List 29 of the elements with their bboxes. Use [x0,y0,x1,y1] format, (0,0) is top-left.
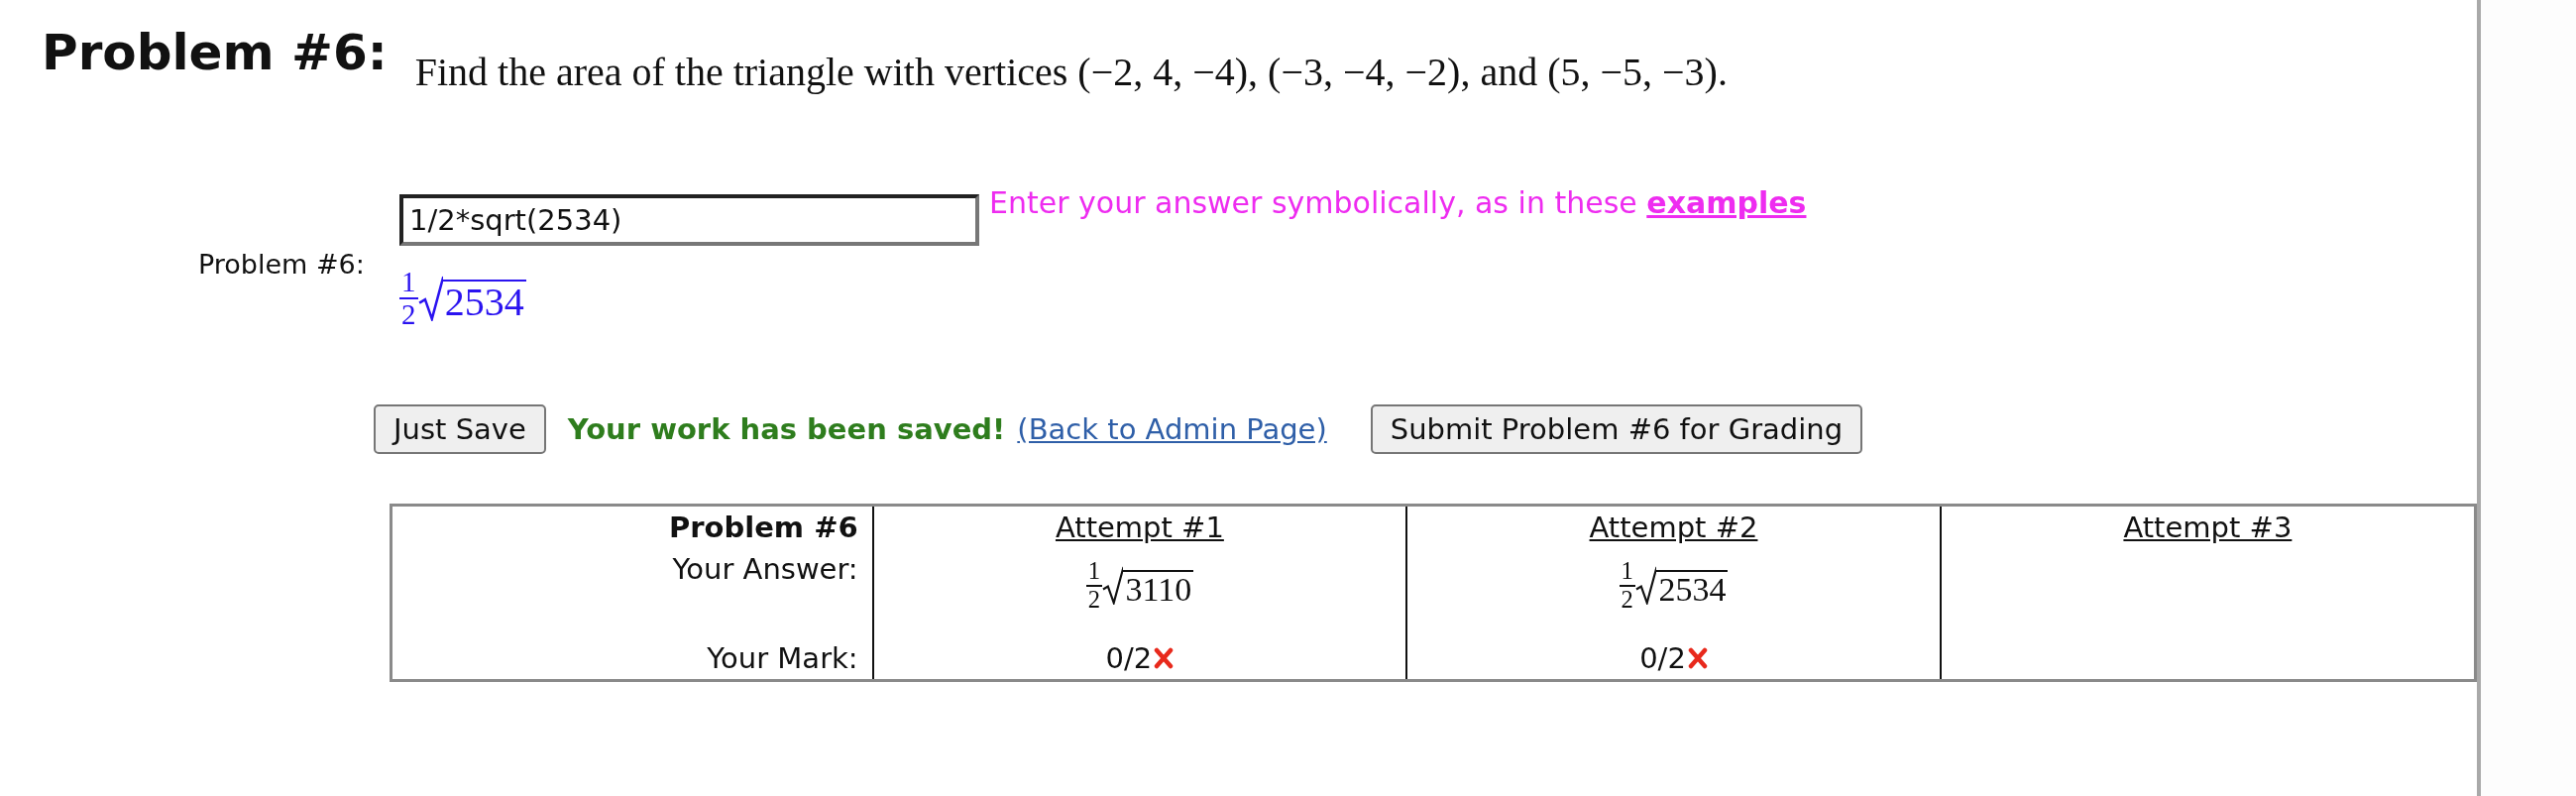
just-save-button[interactable]: Just Save [374,404,546,454]
submit-button[interactable]: Submit Problem #6 for Grading [1370,404,1863,454]
answer-label: Problem #6: [198,247,366,280]
fraction-denominator: 2 [401,299,416,329]
radical-sign-icon [417,276,443,321]
fraction-denominator: 2 [1087,586,1100,613]
problem-title: Problem #6: [42,24,388,81]
fraction-numerator: 1 [399,268,418,299]
row-label: Your Answer: [391,548,873,637]
fraction-denominator: 2 [1621,586,1633,613]
mark-score: 0/2 [1639,641,1686,675]
radicand: 2534 [1656,569,1729,608]
radical-sign-icon [1634,566,1657,606]
attempt-header: Attempt #3 [1940,505,2476,548]
radical-sign-icon [1101,566,1124,606]
mark-score: 0/2 [1105,641,1153,675]
table-header: Problem #6 [391,505,873,548]
answer-hint: Enter your answer symbolically, as in these examples [989,184,1807,222]
fraction-numerator: 1 [1619,559,1635,587]
back-to-admin-link[interactable]: (Back to Admin Page) [1017,412,1327,446]
saved-message: Your work has been saved! [567,412,1006,446]
row-label: Your Mark: [391,637,873,681]
radicand: 3110 [1123,569,1194,608]
answer-input-field[interactable]: 1/2*sqrt(2534) [399,194,979,246]
question-text: Find the area of the triangle with vertices (−2, 4, −4), (−3, −4, −2), and (5, −5, −3). [414,49,1728,95]
attempt-header: Attempt #1 [872,505,1407,548]
fraction-numerator: 1 [1085,559,1102,587]
radicand: 2534 [442,280,526,323]
attempt-header: Attempt #2 [1406,505,1941,548]
